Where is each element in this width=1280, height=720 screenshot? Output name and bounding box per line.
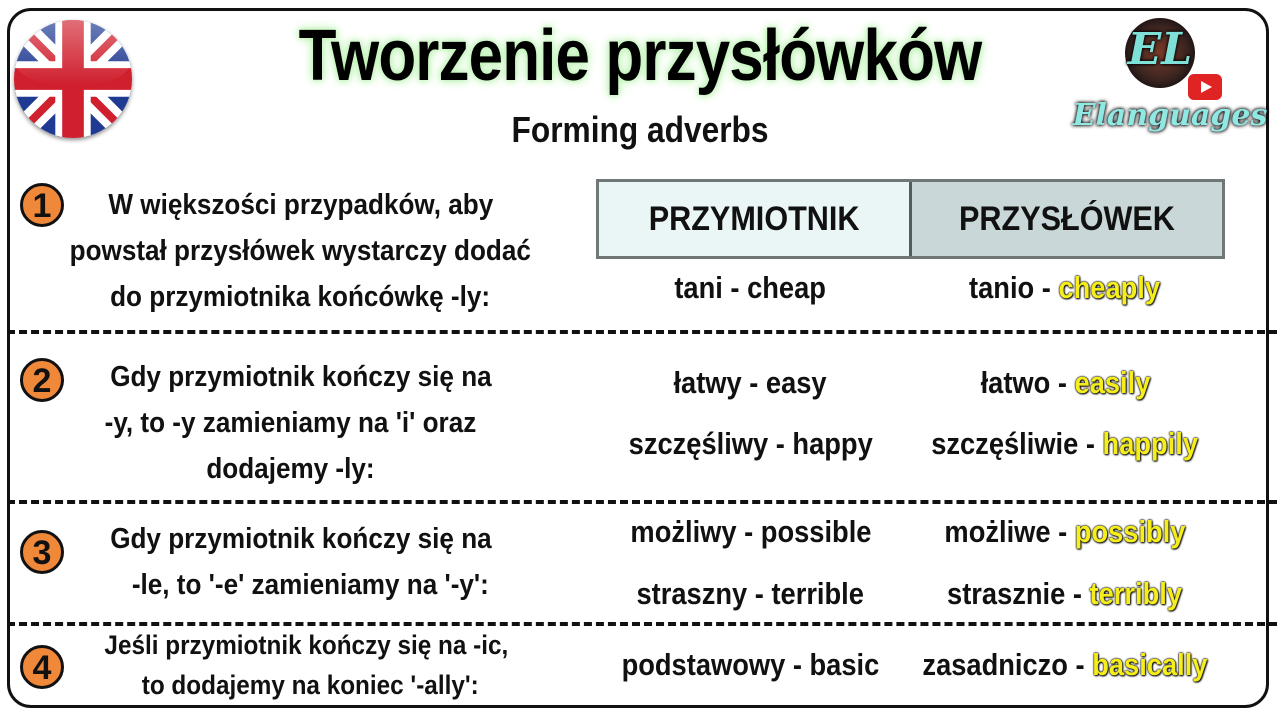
adjective-example: szczęśliwy - happy (628, 426, 873, 461)
adjective-example: możliwy - possible (629, 514, 872, 549)
rule-text: to dodajemy na koniec '-ally': (141, 670, 479, 700)
elanguages-logo[interactable]: EL Elanguages (1070, 14, 1270, 144)
rule-number-badge: 4 (20, 645, 64, 689)
header-adverb: PRZYSŁÓWEK (912, 182, 1222, 256)
section-divider (7, 330, 1277, 334)
adverb-example: tanio - cheaply (969, 270, 1161, 305)
rule-text: Gdy przymiotnik kończy się na (110, 523, 492, 555)
page-title: Tworzenie przysłówków (298, 16, 983, 96)
adverb-highlight: cheaply (1058, 270, 1161, 305)
page-subtitle: Forming adverbs (511, 109, 769, 150)
adverb-example: łatwo - easily (980, 365, 1150, 400)
rule-text: -le, to '-e' zamieniamy na '-y': (131, 569, 489, 601)
rule-number-badge: 3 (20, 530, 64, 574)
adjective-example: łatwy - easy (673, 365, 828, 400)
rule-text: powstał przysłówek wystarczy dodać do pr… (69, 235, 531, 313)
rule-text: W większości przypadków, aby (108, 189, 494, 221)
adverb-example: strasznie - terribly (947, 576, 1183, 611)
adjective-example: tani - cheap (674, 270, 827, 305)
adverb-highlight: possibly (1074, 514, 1186, 549)
adverb-highlight: basically (1092, 647, 1208, 682)
logo-name: Elanguages (1072, 98, 1268, 133)
section-divider (7, 500, 1277, 504)
youtube-play-icon (1188, 74, 1222, 100)
uk-flag-icon (14, 20, 132, 138)
adverb-highlight: easily (1074, 365, 1150, 400)
adverb-example: szczęśliwie - happily (931, 426, 1199, 461)
table-header: PRZYMIOTNIK PRZYSŁÓWEK (596, 179, 1225, 259)
adverb-example: zasadniczo - basically (922, 647, 1208, 682)
rule-number-badge: 2 (20, 358, 64, 402)
header-adjective: PRZYMIOTNIK (599, 182, 912, 256)
rule-text: -y, to -y zamieniamy na 'i' oraz dodajem… (104, 407, 476, 485)
rule-text: Gdy przymiotnik kończy się na (110, 361, 492, 393)
rule-text: Jeśli przymiotnik kończy się na -ic, (104, 630, 508, 660)
logo-monogram: EL (1127, 24, 1193, 75)
adjective-example: straszny - terrible (636, 576, 865, 611)
adverb-highlight: terribly (1090, 576, 1183, 611)
adverb-example: możliwe - possibly (944, 514, 1186, 549)
adjective-example: podstawowy - basic (621, 647, 880, 682)
adverb-highlight: happily (1102, 426, 1199, 461)
rule-number-badge: 1 (20, 183, 64, 227)
